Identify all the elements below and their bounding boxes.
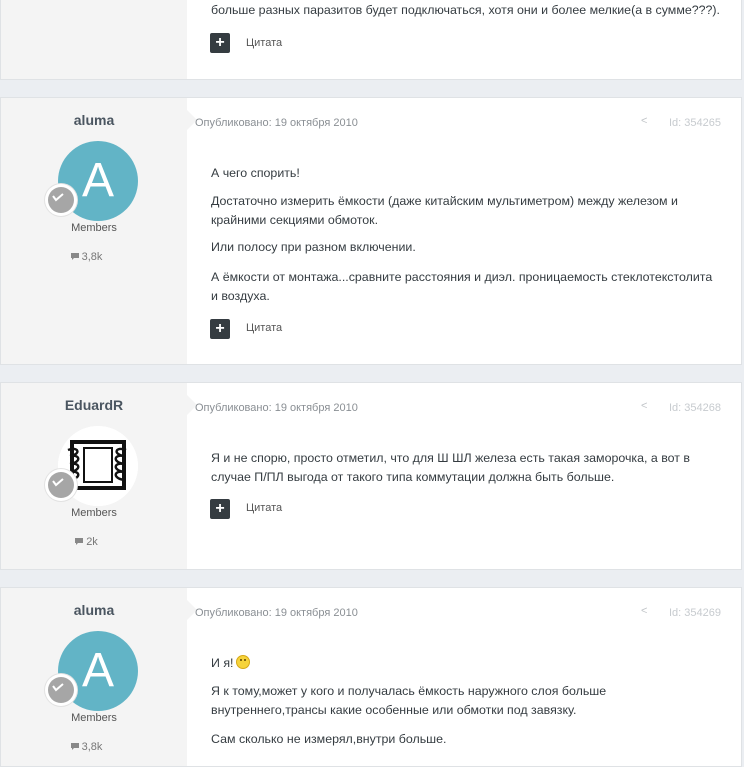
member-group: Members — [71, 507, 117, 519]
post-id[interactable]: Id: 354269 — [669, 607, 721, 619]
author-name[interactable]: aluma — [1, 112, 187, 128]
post-count-value: 3,8k — [81, 251, 103, 263]
post-count-value: 3,8k — [81, 741, 103, 753]
rank-hand-icon — [52, 193, 64, 202]
post-count-value: 2k — [86, 536, 98, 548]
post-id[interactable]: Id: 354268 — [669, 402, 721, 414]
post-id[interactable]: Id: 354265 — [669, 117, 721, 129]
member-group: Members — [71, 712, 117, 724]
quote-link[interactable]: Цитата — [246, 322, 282, 334]
quote-plus-button[interactable]: + — [210, 33, 230, 53]
author-name[interactable]: EduardR — [1, 397, 187, 413]
share-icon[interactable]: < — [641, 400, 647, 412]
share-icon[interactable]: < — [641, 605, 647, 617]
post-text: больше разных паразитов будет подключать… — [211, 3, 720, 17]
post-date: Опубликовано: 19 октября 2010 — [195, 402, 358, 414]
post-paragraph: Достаточно измерить ёмкости (даже китайс… — [211, 194, 678, 227]
post: EduardR Members 2k Опубликовано: 19 октя… — [0, 382, 742, 570]
post-paragraph: Сам сколько не измерял,внутри больше. — [211, 732, 447, 746]
share-icon[interactable]: < — [641, 115, 647, 127]
author-name[interactable]: aluma — [1, 602, 187, 618]
post-count: 3,8k — [1, 251, 171, 263]
post-paragraph: Я к тому,может у кого и получалась ёмкос… — [211, 684, 607, 717]
quote-link[interactable]: Цитата — [246, 502, 282, 514]
rank-badge — [45, 469, 77, 501]
post-paragraph: И я! — [211, 654, 721, 673]
post-fragment: больше разных паразитов будет подключать… — [0, 0, 742, 80]
comment-icon — [75, 538, 84, 545]
member-group: Members — [71, 222, 117, 234]
post-date: Опубликовано: 19 октября 2010 — [195, 117, 358, 129]
post-paragraph: А ёмкости от монтажа...сравните расстоян… — [211, 270, 713, 303]
post-paragraph: А чего спорить! — [211, 166, 300, 180]
quote-plus-button[interactable]: + — [210, 319, 230, 339]
post-date: Опубликовано: 19 октября 2010 — [195, 607, 358, 619]
post-count: 3,8k — [1, 741, 171, 753]
post-paragraph-text: И я! — [211, 656, 234, 670]
post: aluma A Members 3,8k Опубликовано: 19 ок… — [0, 587, 742, 767]
author-column — [1, 0, 187, 79]
quote-plus-button[interactable]: + — [210, 499, 230, 519]
smiley-icon — [235, 655, 250, 669]
rank-badge — [45, 184, 77, 216]
rank-badge — [45, 674, 77, 706]
quote-link[interactable]: Цитата — [246, 37, 282, 49]
post: aluma A Members 3,8k Опубликовано: 19 ок… — [0, 97, 742, 365]
rank-hand-icon — [52, 683, 64, 692]
post-paragraph: Я и не спорю, просто отметил, что для Ш … — [211, 451, 690, 484]
post-count: 2k — [1, 536, 171, 548]
comment-icon — [70, 253, 79, 260]
post-paragraph: Или полосу при разном включении. — [211, 240, 416, 254]
rank-hand-icon — [52, 478, 64, 487]
